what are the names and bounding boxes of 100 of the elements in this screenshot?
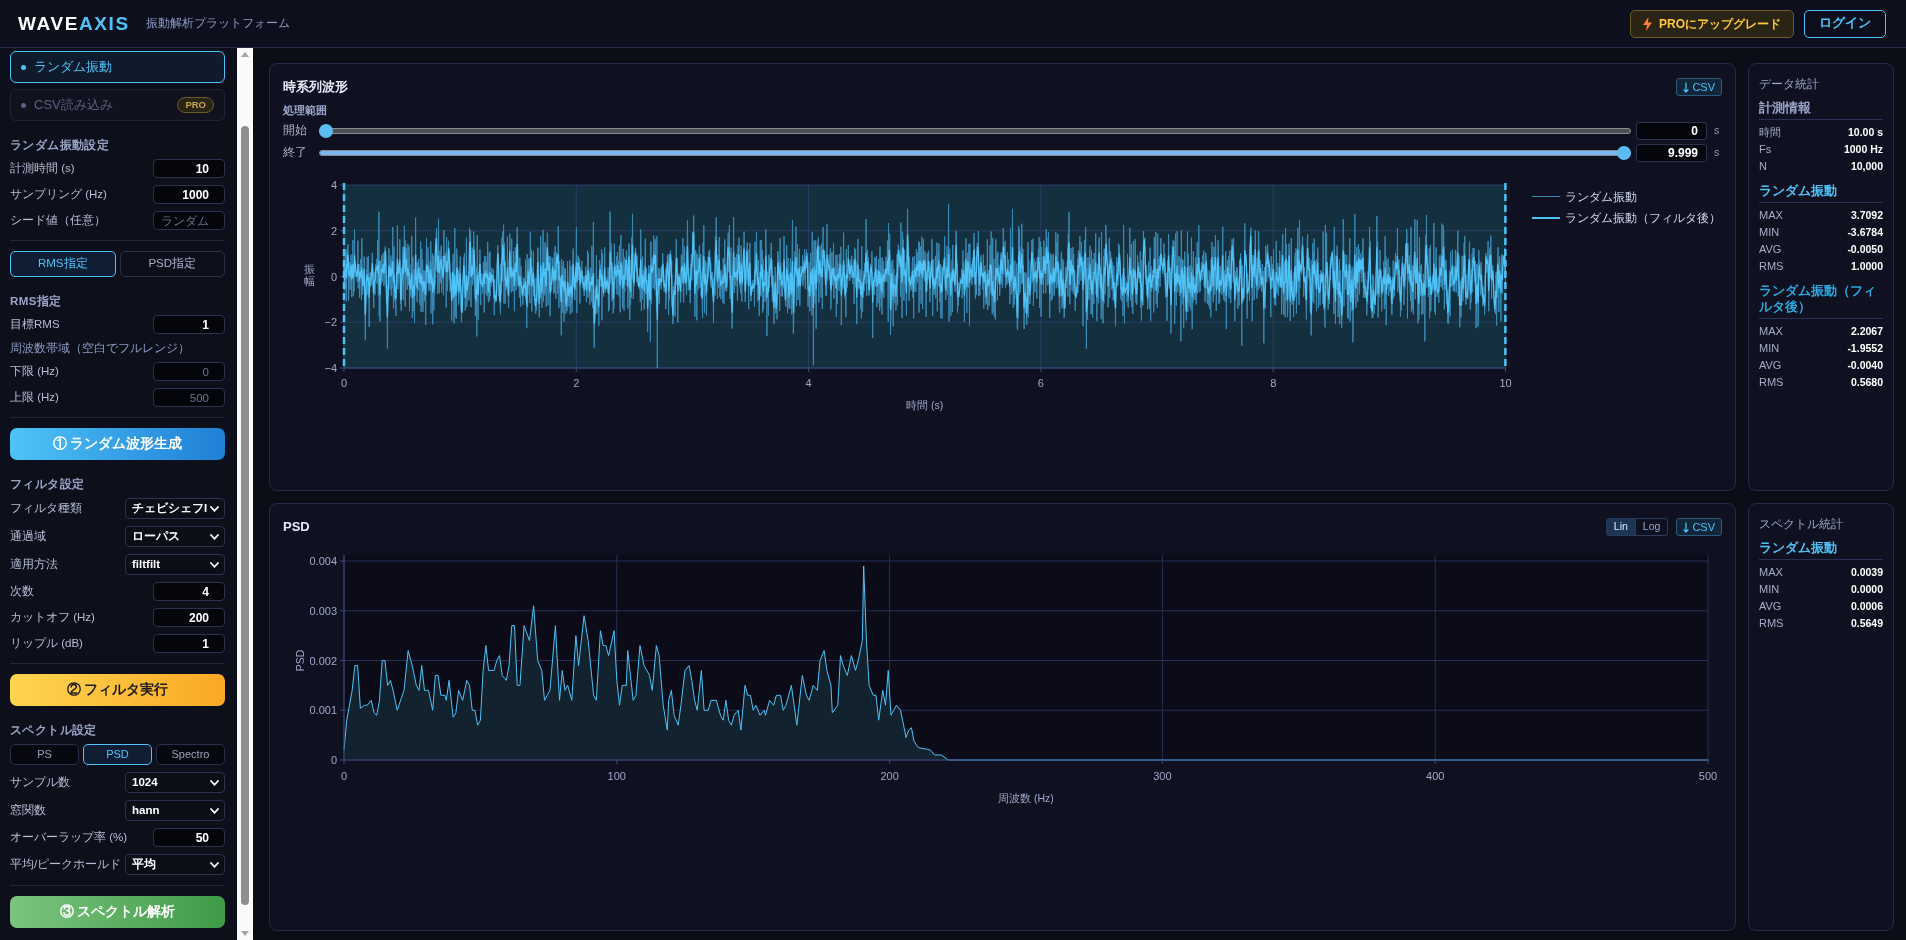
slider-thumb[interactable] [1616, 146, 1631, 160]
select-dropdown[interactable]: hann [125, 800, 225, 821]
axis-tick-label: 0 [340, 377, 347, 389]
input-field[interactable]: 200 [153, 608, 225, 627]
stat-value: 0.5680 [1850, 374, 1883, 390]
stat-label: MAX [1759, 208, 1783, 224]
range-label: 処理範囲 [283, 103, 328, 118]
field-label: リップル (dB) [10, 635, 83, 651]
pro-badge: PRO [177, 96, 214, 114]
field-label: 通過域 [10, 528, 46, 544]
stat-label: MIN [1759, 582, 1780, 598]
axis-title: PSD [294, 649, 306, 672]
upgrade-button[interactable]: PROにアップグレード [1630, 9, 1794, 38]
chevron-down-icon [210, 505, 219, 512]
axis-tick-label: 0 [340, 770, 348, 782]
panel-title: データ統計 [1759, 77, 1820, 92]
range-slider[interactable] [319, 146, 1631, 160]
panel-title: PSD [283, 518, 310, 537]
stat-value: 2.2067 [1850, 323, 1883, 339]
chevron-down-icon [210, 779, 219, 786]
field-label: フィルタ種類 [10, 500, 82, 516]
section-heading: スペクトル設定 [10, 723, 98, 738]
scrollbar[interactable] [237, 48, 253, 940]
stat-value: 0.0000 [1850, 581, 1883, 597]
stat-label: RMS [1759, 375, 1784, 391]
field-label: カットオフ (Hz) [10, 609, 95, 625]
login-button[interactable]: ログイン [1804, 9, 1886, 38]
axis-tick-label: −2 [323, 316, 337, 329]
field-label: サンプル数 [10, 774, 70, 790]
mode-tab[interactable]: ランダム振動 [10, 51, 225, 83]
select-dropdown[interactable]: 平均 [125, 854, 225, 875]
stat-label: MIN [1759, 225, 1780, 241]
hint-text: 周波数帯域（空白でフルレンジ） [10, 341, 191, 356]
slider-label: 終了 [283, 145, 308, 161]
spectrum-type-button[interactable]: PS [10, 744, 79, 765]
input-field[interactable]: 0 [1636, 122, 1707, 140]
spectrum-type-button[interactable]: PSD [83, 744, 152, 765]
input-field[interactable]: 500 [153, 388, 225, 407]
select-dropdown[interactable]: ローパス [125, 526, 225, 547]
input-field[interactable]: 10 [153, 159, 225, 178]
field-label: 適用方法 [10, 556, 58, 572]
stat-value: 3.7092 [1850, 207, 1883, 223]
chevron-down-icon [210, 861, 219, 868]
stat-label: MAX [1759, 565, 1783, 581]
input-field[interactable]: 9.999 [1636, 144, 1707, 162]
panel-title: 時系列波形 [283, 78, 348, 97]
stat-value: -0.0050 [1847, 241, 1883, 257]
axis-tick-label: 100 [607, 770, 626, 782]
field-label: 窓関数 [10, 802, 46, 818]
axis-tick-label: 0 [330, 270, 337, 283]
input-field[interactable]: ランダム [153, 211, 225, 230]
stat-value: -0.0040 [1847, 357, 1883, 373]
stat-value: 1.0000 [1850, 258, 1883, 274]
panel-title: スペクトル統計 [1759, 517, 1844, 532]
range-slider[interactable] [319, 124, 1631, 138]
stat-label: MAX [1759, 324, 1783, 340]
stat-label: RMS [1759, 259, 1784, 275]
stat-label: AVG [1759, 358, 1782, 374]
app-subtitle: 振動解析プラットフォーム [145, 15, 290, 31]
mode-toggle-button[interactable]: RMS指定 [10, 251, 116, 277]
spectrum-type-button[interactable]: Spectro [156, 744, 225, 765]
stat-value: -3.6784 [1847, 224, 1883, 240]
axis-tick-label: 200 [880, 770, 899, 782]
input-field[interactable]: 0 [153, 362, 225, 381]
field-label: 下限 (Hz) [10, 363, 59, 379]
axis-title: 周波数 (Hz) [998, 792, 1054, 804]
select-dropdown[interactable]: チェビシェフI [125, 498, 225, 519]
chevron-down-icon [210, 561, 219, 568]
mode-toggle-button[interactable]: PSD指定 [119, 251, 225, 277]
select-dropdown[interactable]: filtfilt [125, 554, 225, 575]
scale-toggle-button[interactable]: Log [1634, 518, 1669, 536]
section-heading: ランダム振動（フィルタ後） [1759, 283, 1883, 319]
section-heading: ランダム振動 [1759, 183, 1883, 203]
down-arrow-icon [1683, 81, 1690, 93]
section-heading: ランダム振動設定 [10, 138, 111, 153]
stat-label: Fs [1759, 142, 1772, 158]
unit-label: s [1714, 145, 1721, 161]
input-field[interactable]: 4 [153, 582, 225, 601]
scrollbar-thumb[interactable] [241, 126, 249, 905]
input-field[interactable]: 1000 [153, 185, 225, 204]
section-heading: 計測情報 [1759, 100, 1883, 120]
input-field[interactable]: 50 [153, 828, 225, 847]
axis-tick-label: 0.002 [309, 654, 337, 667]
axis-tick-label: 10 [1498, 377, 1512, 389]
csv-download-button[interactable]: CSV [1676, 78, 1722, 96]
csv-download-button[interactable]: CSV [1676, 518, 1722, 536]
run-filter-button[interactable]: ② フィルタ実行 [10, 674, 225, 706]
scale-toggle-button[interactable]: Lin [1605, 518, 1636, 536]
input-field[interactable]: 1 [153, 634, 225, 653]
logo-text: WAVEAXIS [18, 14, 130, 33]
chevron-down-icon [210, 533, 219, 540]
axis-tick-label: 2 [330, 224, 337, 237]
stat-value: 0.0006 [1850, 598, 1883, 614]
stat-value: 0.0039 [1850, 564, 1883, 580]
input-field[interactable]: 1 [153, 315, 225, 334]
section-heading: ランダム振動 [1759, 540, 1883, 560]
axis-tick-label: 300 [1153, 770, 1172, 782]
slider-thumb[interactable] [319, 124, 333, 138]
select-dropdown[interactable]: 1024 [125, 772, 225, 793]
axis-tick-label: 500 [1698, 770, 1718, 782]
